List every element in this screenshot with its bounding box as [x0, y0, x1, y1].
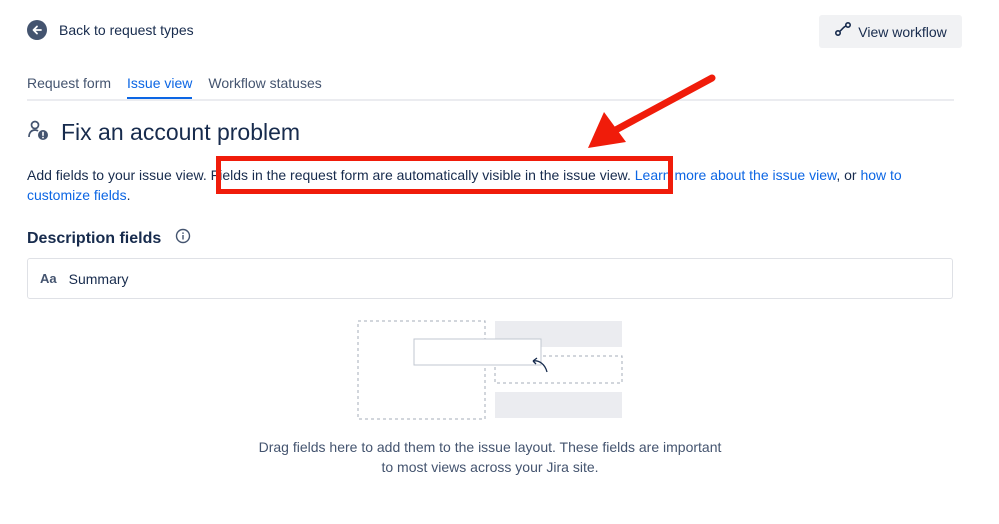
annotation-arrow-icon	[588, 74, 716, 148]
back-link-label: Back to request types	[59, 22, 194, 38]
empty-state-line-1: Drag fields here to add them to the issu…	[258, 439, 722, 455]
tab-workflow-statuses[interactable]: Workflow statuses	[208, 75, 321, 99]
user-alert-icon	[27, 119, 49, 146]
tab-request-form[interactable]: Request form	[27, 75, 111, 99]
workflow-icon	[834, 21, 852, 42]
description-fields-section: Description fields	[27, 228, 191, 249]
field-label: Summary	[68, 270, 129, 287]
annotation-highlight-box	[216, 156, 673, 194]
tab-divider	[27, 99, 954, 101]
view-workflow-button[interactable]: View workflow	[819, 15, 962, 48]
arrow-left-icon	[27, 20, 47, 40]
view-workflow-label: View workflow	[858, 23, 947, 40]
empty-state-line-2: to most views across your Jira site.	[381, 459, 599, 475]
tab-issue-view[interactable]: Issue view	[127, 75, 193, 99]
section-title: Description fields	[27, 229, 162, 247]
tab-bar: Request form Issue view Workflow statuse…	[27, 75, 338, 99]
info-icon[interactable]	[175, 228, 191, 249]
text-field-icon: Aa	[40, 271, 57, 286]
description-end: .	[126, 187, 131, 203]
page-heading: Fix an account problem	[27, 119, 300, 146]
back-to-request-types-link[interactable]: Back to request types	[27, 20, 194, 40]
page-title: Fix an account problem	[61, 119, 301, 145]
field-row-summary[interactable]: Aa Summary	[27, 258, 953, 299]
description-intro: Add fields to your issue view.	[27, 167, 207, 183]
empty-state-text: Drag fields here to add them to the issu…	[200, 437, 780, 477]
drag-fields-illustration	[357, 320, 623, 420]
description-mid: , or	[836, 167, 861, 183]
